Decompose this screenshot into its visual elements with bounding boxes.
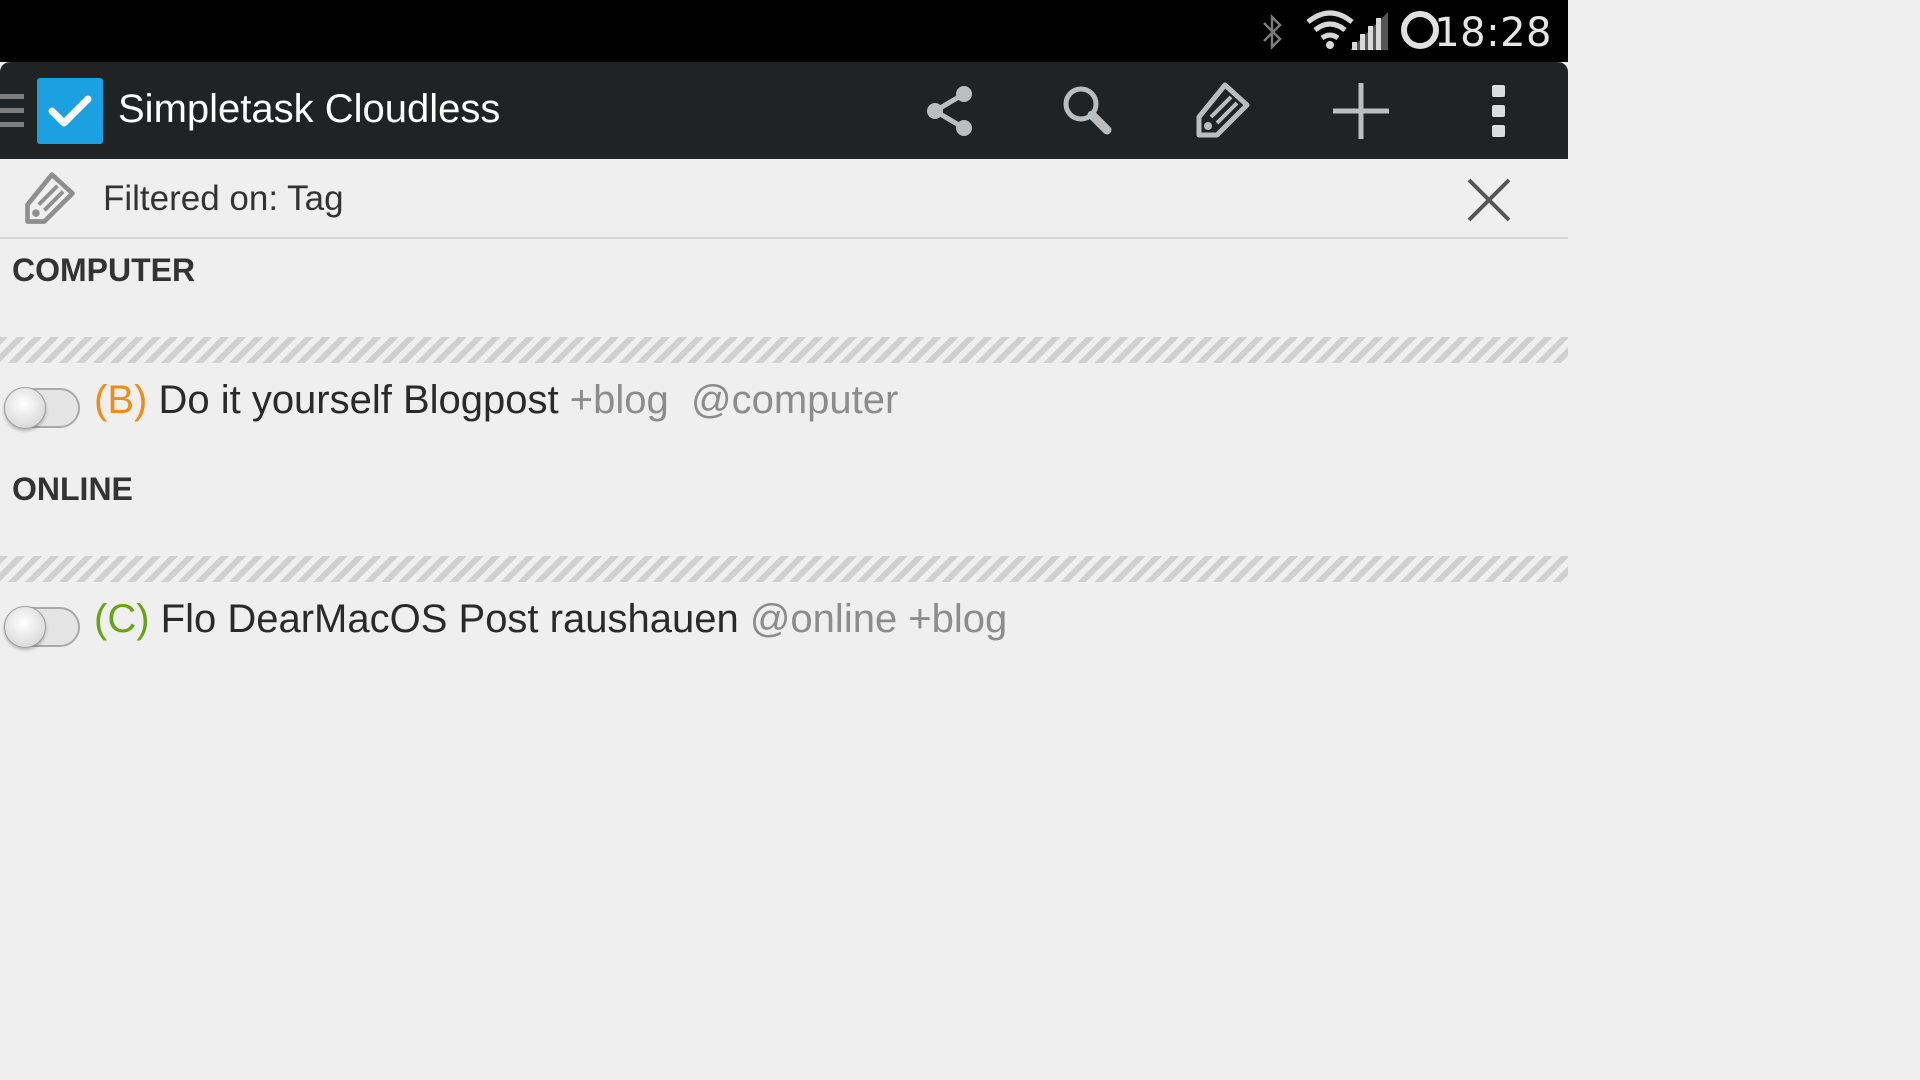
bluetooth-icon bbox=[1257, 12, 1287, 57]
drawer-menu-icon[interactable] bbox=[0, 94, 26, 135]
toggle-knob bbox=[4, 387, 46, 429]
task-row[interactable]: (B) Do it yourself Blogpost +blog @compu… bbox=[0, 372, 1568, 442]
section-divider bbox=[0, 556, 1568, 582]
search-button[interactable] bbox=[1048, 72, 1126, 150]
complete-toggle[interactable] bbox=[4, 387, 80, 429]
clear-filter-button[interactable] bbox=[1456, 167, 1522, 233]
tag-icon bbox=[1196, 82, 1250, 138]
search-icon bbox=[1063, 86, 1112, 135]
overflow-menu-icon bbox=[1492, 85, 1505, 137]
share-icon bbox=[927, 86, 972, 136]
task-tags: @online +blog bbox=[749, 597, 1008, 641]
filter-tag-button[interactable] bbox=[1184, 72, 1262, 150]
section-header-computer: COMPUTER bbox=[12, 252, 196, 288]
task-title: Flo DearMacOS Post raushauen bbox=[160, 597, 739, 641]
share-button[interactable] bbox=[911, 72, 989, 150]
add-icon bbox=[1333, 83, 1389, 139]
close-icon bbox=[1467, 178, 1511, 222]
overflow-menu-button[interactable] bbox=[1460, 72, 1538, 150]
tag-icon bbox=[20, 169, 80, 234]
task-tags: +blog @computer bbox=[569, 378, 899, 422]
task-priority: (B) bbox=[94, 378, 148, 422]
section-header-online: ONLINE bbox=[12, 471, 133, 507]
status-bar: 18:28 bbox=[0, 0, 1568, 62]
app-logo[interactable] bbox=[37, 78, 103, 144]
app-title: Simpletask Cloudless bbox=[118, 87, 501, 131]
task-title: Do it yourself Blogpost bbox=[158, 378, 559, 422]
checkmark-icon bbox=[48, 95, 92, 127]
section-divider bbox=[0, 337, 1568, 363]
task-priority: (C) bbox=[94, 597, 150, 641]
toggle-knob bbox=[4, 606, 46, 648]
signal-icon bbox=[1348, 10, 1390, 57]
task-row[interactable]: (C) Flo DearMacOS Post raushauen @online… bbox=[0, 591, 1568, 661]
complete-toggle[interactable] bbox=[4, 606, 80, 648]
add-task-button[interactable] bbox=[1322, 72, 1400, 150]
filter-label: Filtered on: Tag bbox=[103, 179, 344, 218]
task-text[interactable]: (B) Do it yourself Blogpost +blog @compu… bbox=[94, 378, 898, 423]
action-bar: Simpletask Cloudless bbox=[0, 62, 1568, 159]
status-clock: 18:28 bbox=[1434, 10, 1552, 56]
task-text[interactable]: (C) Flo DearMacOS Post raushauen @online… bbox=[94, 597, 1007, 642]
filter-bar: Filtered on: Tag bbox=[0, 159, 1568, 239]
